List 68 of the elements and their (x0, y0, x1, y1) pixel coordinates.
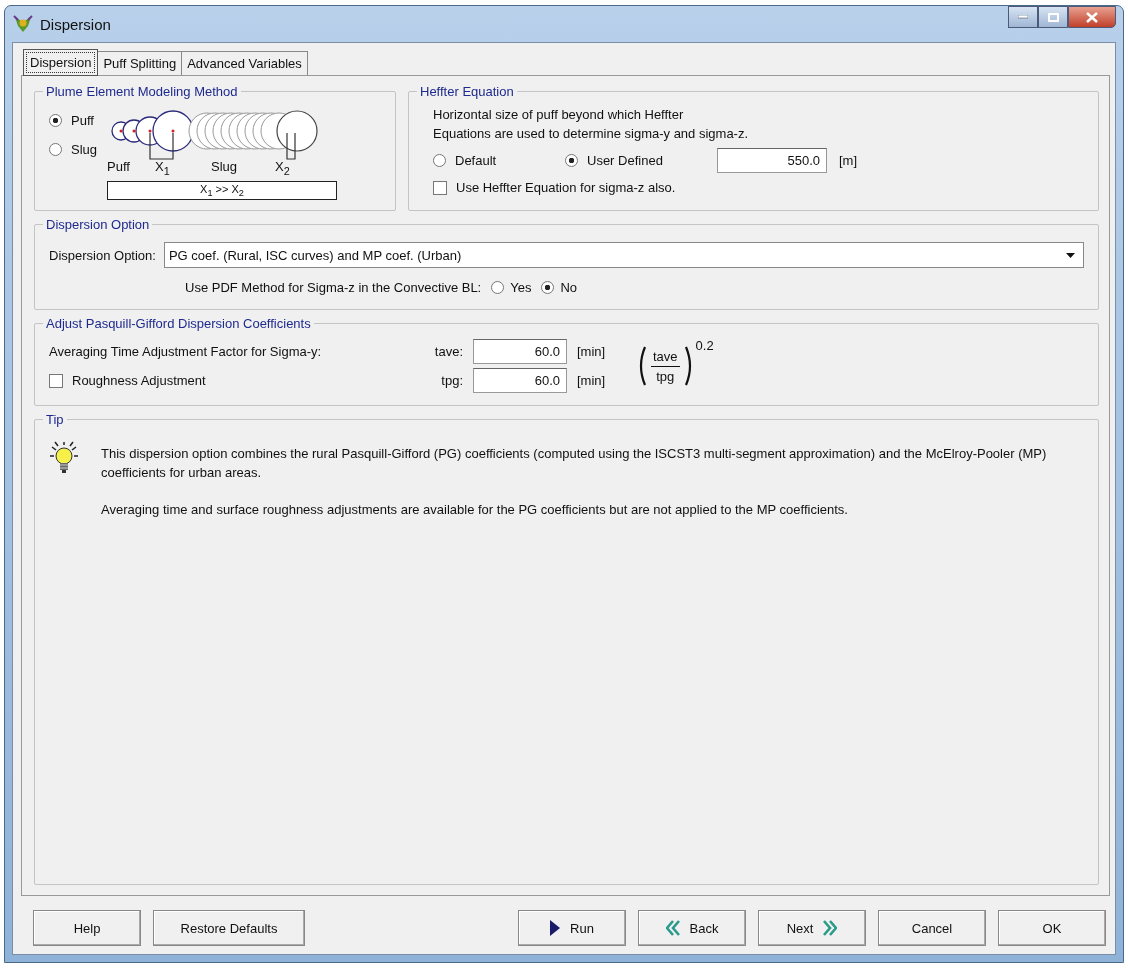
dispersion-option-dropdown[interactable]: PG coef. (Rural, ISC curves) and MP coef. (Urban) (163, 242, 1084, 269)
relation-label: X$_{1}$ >> X$_{2}$ (107, 181, 338, 201)
window-title: Dispersion (40, 15, 111, 33)
formula-denominator: tpg (656, 367, 675, 384)
unit-label: [m] (839, 153, 858, 168)
double-chevron-right-icon (823, 920, 838, 936)
radio-label: Default (455, 153, 497, 168)
group-title: Tip (45, 412, 65, 428)
time-input[interactable]: 60.0 (473, 339, 567, 365)
app-icon (12, 14, 34, 34)
dropdown-arrow-icon (1066, 252, 1075, 258)
parenthesis-icon (683, 346, 694, 387)
field-label: tave: (434, 344, 464, 360)
play-icon (550, 920, 561, 936)
radio-label: User Defined (587, 153, 663, 168)
description-text: Equations are used to determine sigma-y and sigma-z. (433, 126, 750, 141)
diagram-label: X$_{1}$ (155, 159, 170, 177)
dialog-button[interactable]: Restore Defaults (153, 910, 305, 946)
field-label: Use PDF Method for Sigma-z in the Convective BL: (185, 280, 482, 296)
unit-label: [min] (577, 373, 607, 389)
double-chevron-left-icon (665, 920, 680, 936)
maximize-icon (1047, 12, 1059, 22)
maximize-button[interactable] (1038, 6, 1068, 28)
diagram-label: Puff (107, 159, 130, 174)
checkbox-label: Roughness Adjustment (72, 373, 206, 389)
dialog-button[interactable]: Run (518, 910, 626, 946)
radio-button[interactable] (433, 154, 446, 167)
dialog-button[interactable]: Back (638, 910, 746, 946)
formula-exponent: 0.2 (695, 338, 714, 354)
diagram-label: X$_{2}$ (275, 159, 290, 177)
checkbox-label: Use Heffter Equation for sigma-z also. (456, 180, 676, 195)
dialog-button[interactable]: Cancel (878, 910, 986, 946)
field-label: tpg: (441, 373, 464, 389)
radio-label: Slug (71, 142, 98, 157)
close-icon (1086, 11, 1098, 23)
radio-label: No (560, 280, 578, 296)
radio-button[interactable] (49, 114, 62, 127)
radio-label: Yes (510, 280, 532, 296)
field-label: Dispersion Option: (49, 247, 156, 263)
group-title: Heffter Equation (419, 84, 515, 99)
formula-numerator: tave (651, 348, 680, 367)
parenthesis-icon (637, 346, 647, 387)
radio-button[interactable] (541, 281, 555, 295)
radio-button[interactable] (491, 281, 505, 295)
dialog-button[interactable]: Help (33, 910, 141, 946)
checkbox[interactable] (49, 373, 63, 388)
group-title: Plume Element Modeling Method (45, 84, 239, 99)
tip-text: Averaging time and surface roughness adjustments are available for the PG coefficients but are not applied to the MP coefficients. (101, 500, 849, 519)
description-text: Horizontal size of puff beyond which Heffter (433, 107, 685, 122)
unit-label: [min] (577, 344, 607, 360)
diagram-label: Slug (211, 159, 238, 174)
minimize-icon (1018, 15, 1028, 19)
dialog-button[interactable]: OK (998, 910, 1106, 946)
size-input[interactable]: 550.0 (717, 148, 827, 173)
radio-button[interactable] (49, 143, 62, 156)
tip-text: This dispersion option combines the rural Pasquill-Gifford (PG) coefficients (computed using the ISCST3 multi-segment approximation) and the McElroy-Pooler (MP) coefficients for urban areas. (101, 445, 1048, 483)
field-label: Averaging Time Adjustment Factor for Sigma-y: (49, 344, 323, 360)
tab[interactable]: Advanced Variables (181, 51, 308, 75)
radio-label: Puff (71, 113, 94, 128)
time-input[interactable]: 60.0 (473, 368, 567, 394)
minimize-button[interactable] (1008, 6, 1038, 28)
checkbox[interactable] (433, 180, 447, 195)
group-title: Dispersion Option (45, 217, 151, 233)
tab[interactable]: Dispersion (23, 49, 99, 76)
radio-button[interactable] (565, 154, 578, 167)
dialog-button[interactable]: Next (758, 910, 866, 946)
close-button[interactable] (1068, 6, 1116, 28)
group-title: Adjust Pasquill-Gifford Dispersion Coefficients (45, 316, 312, 332)
